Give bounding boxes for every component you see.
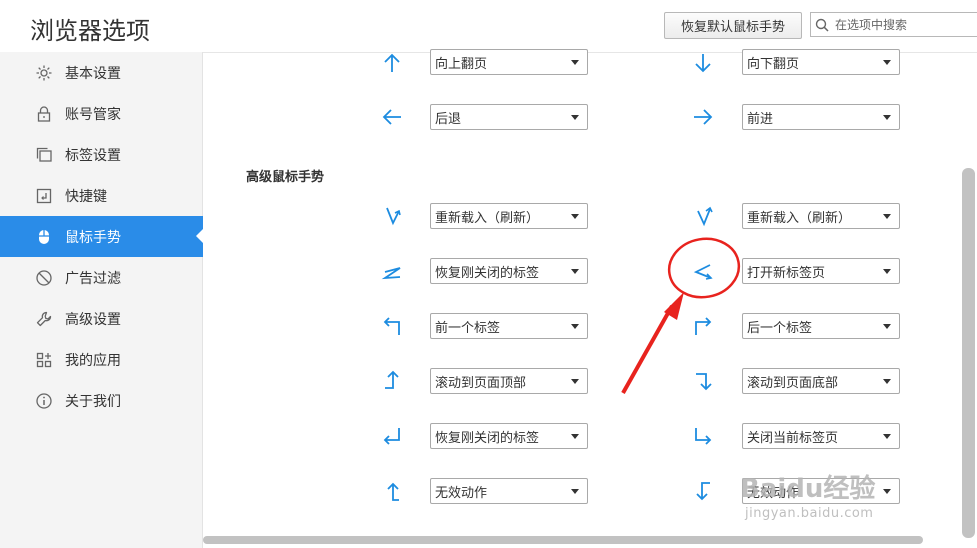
gesture-up-left-icon xyxy=(381,315,403,337)
chevron-down-icon xyxy=(883,434,891,439)
gesture-select-left-up[interactable]: 滚动到页面顶部 xyxy=(430,368,588,394)
chevron-down-icon xyxy=(883,379,891,384)
vertical-scrollbar[interactable] xyxy=(962,168,975,538)
gesture-left-down-icon xyxy=(692,480,714,502)
lock-icon xyxy=(35,105,53,123)
advanced-gestures-heading: 高级鼠标手势 xyxy=(246,170,325,185)
sidebar-item-account-manager[interactable]: 账号管家 xyxy=(0,93,203,134)
page-title: 浏览器选项 xyxy=(30,17,150,45)
chevron-down-icon xyxy=(883,214,891,219)
chevron-down-icon xyxy=(883,269,891,274)
arrow-right-icon xyxy=(692,106,714,128)
gesture-select-down-right[interactable]: 关闭当前标签页 xyxy=(742,423,900,449)
sidebar-item-ad-filter[interactable]: 广告过滤 xyxy=(0,257,203,298)
gesture-select-down[interactable]: 向下翻页 xyxy=(742,49,900,75)
sidebar-item-tab-settings[interactable]: 标签设置 xyxy=(0,134,203,175)
sidebar-item-label: 广告过滤 xyxy=(65,270,121,287)
chevron-down-icon xyxy=(571,379,579,384)
gesture-left-right-icon xyxy=(692,260,714,282)
gesture-up-right-icon xyxy=(692,315,714,337)
sidebar-item-about-us[interactable]: 关于我们 xyxy=(0,380,203,421)
chevron-down-icon xyxy=(883,324,891,329)
gesture-select-right-left[interactable]: 恢复刚关闭的标签 xyxy=(430,258,588,284)
sidebar-item-label: 我的应用 xyxy=(65,352,121,369)
sidebar: 基本设置 账号管家 标签设置 快捷键 鼠标手势 广告过滤 高级设置 我的应用 关… xyxy=(0,52,203,548)
chevron-down-icon xyxy=(883,60,891,65)
chevron-down-icon xyxy=(571,434,579,439)
arrow-up-icon xyxy=(381,52,403,74)
gesture-right-up-icon xyxy=(381,480,403,502)
tabs-icon xyxy=(35,146,53,164)
gesture-select-right-down[interactable]: 滚动到页面底部 xyxy=(742,368,900,394)
gesture-select-right[interactable]: 前进 xyxy=(742,104,900,130)
apps-grid-icon xyxy=(35,351,53,369)
gesture-right-left-icon xyxy=(381,260,403,282)
gesture-select-up-down[interactable]: 重新载入（刷新） xyxy=(742,203,900,229)
chevron-down-icon xyxy=(571,489,579,494)
gesture-select-right-up[interactable]: 无效动作 xyxy=(430,478,588,504)
chevron-down-icon xyxy=(883,115,891,120)
sidebar-item-basic-settings[interactable]: 基本设置 xyxy=(0,52,203,93)
gesture-select-up-left[interactable]: 前一个标签 xyxy=(430,313,588,339)
block-icon xyxy=(35,269,53,287)
keyboard-key-icon xyxy=(35,187,53,205)
sidebar-item-label: 鼠标手势 xyxy=(65,229,121,246)
restore-default-gestures-button[interactable]: 恢复默认鼠标手势 xyxy=(664,12,802,39)
gesture-select-left-right[interactable]: 打开新标签页 xyxy=(742,258,900,284)
sidebar-item-mouse-gestures[interactable]: 鼠标手势 xyxy=(0,216,203,257)
arrow-down-icon xyxy=(692,52,714,74)
sidebar-item-my-apps[interactable]: 我的应用 xyxy=(0,339,203,380)
gesture-right-down-icon xyxy=(692,370,714,392)
gesture-select-down-left[interactable]: 恢复刚关闭的标签 xyxy=(430,423,588,449)
search-box[interactable] xyxy=(810,12,977,37)
sidebar-item-label: 标签设置 xyxy=(65,147,121,164)
sidebar-item-label: 高级设置 xyxy=(65,311,121,328)
gesture-down-left-icon xyxy=(381,425,403,447)
horizontal-scrollbar[interactable] xyxy=(203,536,923,544)
chevron-down-icon xyxy=(571,115,579,120)
chevron-down-icon xyxy=(571,324,579,329)
header-bar: 浏览器选项 恢复默认鼠标手势 xyxy=(0,0,977,53)
gesture-down-right-icon xyxy=(692,425,714,447)
wrench-icon xyxy=(35,310,53,328)
gear-icon xyxy=(35,64,53,82)
gesture-select-left[interactable]: 后退 xyxy=(430,104,588,130)
gesture-select-up-right[interactable]: 后一个标签 xyxy=(742,313,900,339)
info-icon xyxy=(35,392,53,410)
search-icon xyxy=(815,18,833,32)
sidebar-item-label: 账号管家 xyxy=(65,106,121,123)
chevron-down-icon xyxy=(571,269,579,274)
chevron-down-icon xyxy=(571,214,579,219)
mouse-icon xyxy=(35,228,53,246)
search-input[interactable] xyxy=(833,17,977,32)
gesture-down-up-icon xyxy=(381,205,403,227)
sidebar-item-shortcuts[interactable]: 快捷键 xyxy=(0,175,203,216)
baidu-jingyan-watermark: Baidu经验 jingyan.baidu.com xyxy=(740,474,876,521)
gesture-select-down-up[interactable]: 重新载入（刷新） xyxy=(430,203,588,229)
gesture-up-down-icon xyxy=(692,205,714,227)
sidebar-item-label: 快捷键 xyxy=(65,188,107,205)
sidebar-item-advanced-settings[interactable]: 高级设置 xyxy=(0,298,203,339)
gesture-left-up-icon xyxy=(381,370,403,392)
sidebar-item-label: 关于我们 xyxy=(65,393,121,410)
arrow-left-icon xyxy=(381,106,403,128)
chevron-down-icon xyxy=(571,60,579,65)
sidebar-item-label: 基本设置 xyxy=(65,65,121,82)
gesture-select-up[interactable]: 向上翻页 xyxy=(430,49,588,75)
